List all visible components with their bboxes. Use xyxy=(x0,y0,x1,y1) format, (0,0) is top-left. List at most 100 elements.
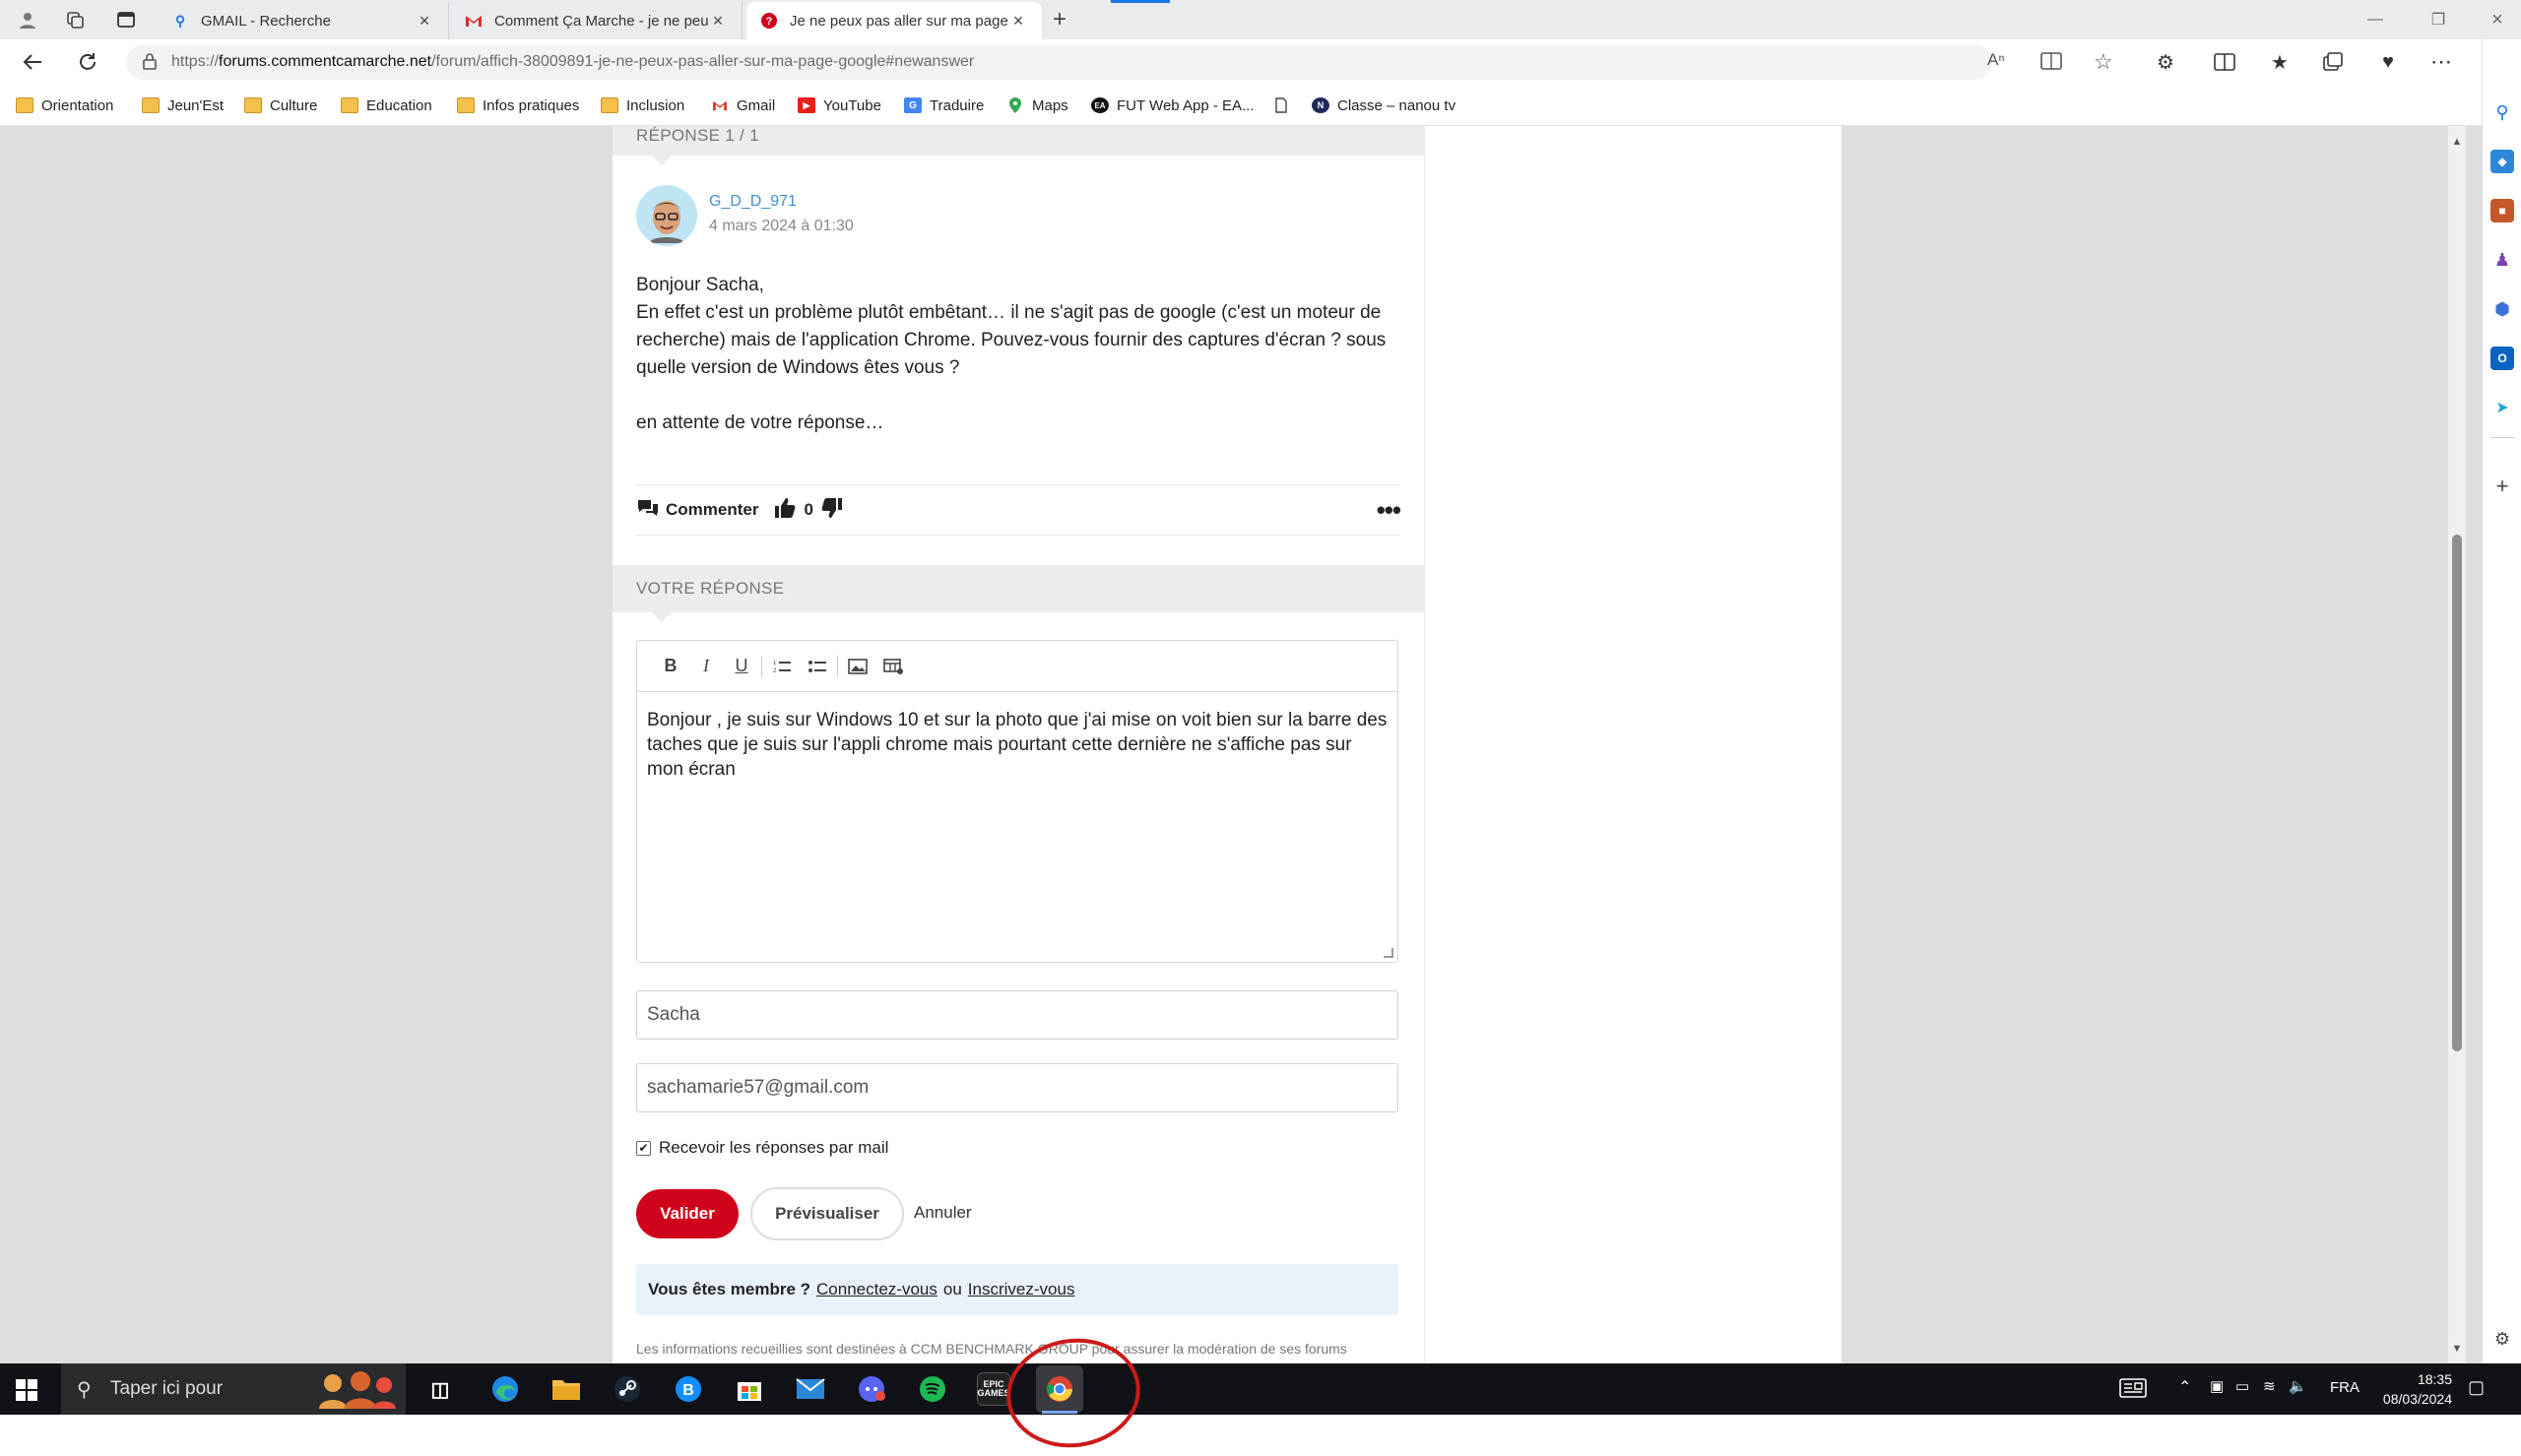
add-sidebar-app-icon[interactable]: + xyxy=(2490,474,2514,498)
bookmark-orientation[interactable]: Orientation xyxy=(16,95,113,116)
more-options-icon[interactable]: ⋯ xyxy=(2424,45,2458,79)
new-tab-icon[interactable]: + xyxy=(1046,6,1073,33)
bookmark-youtube[interactable]: ▶ YouTube xyxy=(798,95,881,116)
immersive-reader-icon[interactable] xyxy=(2040,51,2062,76)
email-field[interactable]: sachamarie57@gmail.com xyxy=(636,1063,1398,1112)
split-screen-icon[interactable] xyxy=(2208,45,2241,79)
collections-icon[interactable] xyxy=(2316,45,2350,79)
receive-replies-label: Recevoir les réponses par mail xyxy=(659,1138,889,1157)
bookmark-classe-nanou[interactable]: N Classe – nanou tv xyxy=(1312,95,1455,116)
notifications-icon[interactable]: ▢ xyxy=(2468,1377,2485,1398)
name-field[interactable]: Sacha xyxy=(636,990,1398,1040)
insert-table-icon[interactable] xyxy=(875,652,911,681)
page-scrollbar[interactable]: ▲ ▼ xyxy=(2448,126,2466,1363)
insert-image-icon[interactable] xyxy=(840,652,875,681)
refresh-icon[interactable] xyxy=(71,45,104,79)
bookmark-fut-web-app[interactable]: EA FUT Web App - EA... xyxy=(1091,95,1255,116)
like-button[interactable] xyxy=(774,497,796,524)
close-icon[interactable]: × xyxy=(415,11,434,32)
shopping-tag-icon[interactable]: ◆ xyxy=(2490,150,2514,173)
close-icon[interactable]: × xyxy=(1008,11,1028,32)
back-icon[interactable] xyxy=(16,45,49,79)
epic-games-icon[interactable]: EPIC GAMES xyxy=(977,1372,1010,1406)
reply-textarea[interactable]: Bonjour , je suis sur Windows 10 et sur … xyxy=(637,692,1397,797)
signup-link[interactable]: Inscrivez-vous xyxy=(968,1280,1075,1299)
show-hidden-icons-chevron[interactable]: ⌃ xyxy=(2178,1377,2191,1397)
edge-taskbar-icon[interactable] xyxy=(488,1372,522,1406)
wifi-icon[interactable]: ≋ xyxy=(2263,1377,2276,1395)
restore-icon[interactable]: ❐ xyxy=(2419,6,2458,33)
avatar[interactable] xyxy=(636,185,697,246)
scroll-up-arrow[interactable]: ▲ xyxy=(2451,136,2463,148)
scrollbar-thumb[interactable] xyxy=(2452,535,2462,1051)
address-bar[interactable]: https://forums.commentcamarche.net/forum… xyxy=(126,44,2113,80)
bookmark-inclusion[interactable]: Inclusion xyxy=(601,95,684,116)
mail-icon[interactable] xyxy=(794,1372,827,1406)
volume-icon[interactable]: 🔈 xyxy=(2289,1377,2307,1395)
bold-icon[interactable]: B xyxy=(653,652,688,681)
games-icon[interactable]: ♟ xyxy=(2490,248,2514,272)
scroll-down-arrow[interactable]: ▼ xyxy=(2451,1343,2463,1355)
drop-send-icon[interactable]: ➤ xyxy=(2490,396,2514,419)
ordered-list-icon[interactable]: 12 xyxy=(764,652,800,681)
read-aloud-icon[interactable]: Aⁿ xyxy=(1987,50,2005,70)
bookmark-education[interactable]: Education xyxy=(341,95,432,116)
vertical-tabs-icon[interactable] xyxy=(112,6,140,33)
post-author[interactable]: G_D_D_971 xyxy=(709,193,797,211)
taskbar-clock[interactable]: 18:35 08/03/2024 xyxy=(2363,1369,2452,1409)
bookmark-traduire[interactable]: G Traduire xyxy=(904,95,984,116)
search-icon[interactable]: ⚲ xyxy=(2490,100,2514,124)
favorite-star-icon[interactable]: ☆ xyxy=(2094,49,2113,75)
member-login-banner: Vous êtes membre ? Connectez-vous ou Ins… xyxy=(636,1264,1398,1315)
microsoft-365-icon[interactable]: ⬢ xyxy=(2490,297,2514,321)
underline-icon[interactable]: U xyxy=(724,652,759,681)
bookmark-infos-pratiques[interactable]: Infos pratiques xyxy=(457,95,579,116)
validate-button[interactable]: Valider xyxy=(636,1189,739,1238)
receive-replies-checkbox[interactable]: ✔ xyxy=(636,1140,651,1156)
game-app-icon[interactable] xyxy=(855,1372,888,1406)
preview-button[interactable]: Prévisualiser xyxy=(750,1187,904,1240)
close-icon[interactable]: × xyxy=(708,11,728,32)
news-widget-icon[interactable] xyxy=(2119,1377,2147,1403)
tab-gmail-recherche[interactable]: ⚲ GMAIL - Recherche × xyxy=(158,2,449,39)
tab-comment-ca-marche[interactable]: Comment Ça Marche - je ne peu × xyxy=(451,2,743,39)
profile-icon[interactable] xyxy=(14,6,41,33)
resize-handle[interactable] xyxy=(1384,948,1393,958)
bullet-list-icon[interactable] xyxy=(800,652,835,681)
bookmark-culture[interactable]: Culture xyxy=(244,95,317,116)
tools-icon[interactable]: ■ xyxy=(2490,199,2514,222)
taskbar-search[interactable]: ⚲ Taper ici pour xyxy=(61,1363,406,1415)
window-close-icon[interactable]: × xyxy=(2478,6,2517,33)
steam-icon[interactable] xyxy=(611,1372,644,1406)
ea-icon: EA xyxy=(1091,97,1109,113)
lock-icon[interactable] xyxy=(142,52,158,75)
bookmark-jeunest[interactable]: Jeun'Est xyxy=(142,95,224,116)
battlenet-icon[interactable]: B xyxy=(672,1372,705,1406)
workspaces-icon[interactable] xyxy=(61,6,89,33)
windows-start-icon[interactable] xyxy=(16,1379,37,1401)
bookmark-gmail[interactable]: Gmail xyxy=(711,95,775,116)
language-indicator[interactable]: FRA xyxy=(2330,1379,2359,1396)
extensions-icon[interactable]: ⚙ xyxy=(2149,45,2182,79)
outlook-icon[interactable]: O xyxy=(2490,347,2514,370)
microsoft-store-icon[interactable] xyxy=(733,1372,766,1406)
spotify-icon[interactable] xyxy=(916,1372,949,1406)
youtube-icon: ▶ xyxy=(798,97,815,113)
bookmark-maps[interactable]: Maps xyxy=(1006,95,1068,116)
bookmark-page[interactable] xyxy=(1272,95,1298,116)
settings-gear-icon[interactable]: ⚙ xyxy=(2490,1327,2514,1351)
more-options-icon[interactable]: ••• xyxy=(1377,495,1401,526)
browser-essentials-icon[interactable]: ♥ xyxy=(2371,45,2405,79)
comment-button[interactable]: Commenter xyxy=(636,498,758,523)
battery-icon[interactable]: ▭ xyxy=(2235,1377,2249,1395)
task-view-icon[interactable]: ◫ xyxy=(423,1372,457,1406)
italic-icon[interactable]: I xyxy=(688,652,724,681)
camera-icon[interactable]: ▣ xyxy=(2210,1377,2224,1395)
dislike-button[interactable] xyxy=(821,497,843,524)
minimize-icon[interactable]: — xyxy=(2356,6,2395,33)
cancel-link[interactable]: Annuler xyxy=(914,1203,972,1223)
favorites-icon[interactable]: ★ xyxy=(2263,45,2296,79)
login-link[interactable]: Connectez-vous xyxy=(816,1280,937,1299)
tab-active-ccm[interactable]: ? Je ne peux pas aller sur ma page × xyxy=(746,2,1042,39)
file-explorer-icon[interactable] xyxy=(549,1372,583,1406)
